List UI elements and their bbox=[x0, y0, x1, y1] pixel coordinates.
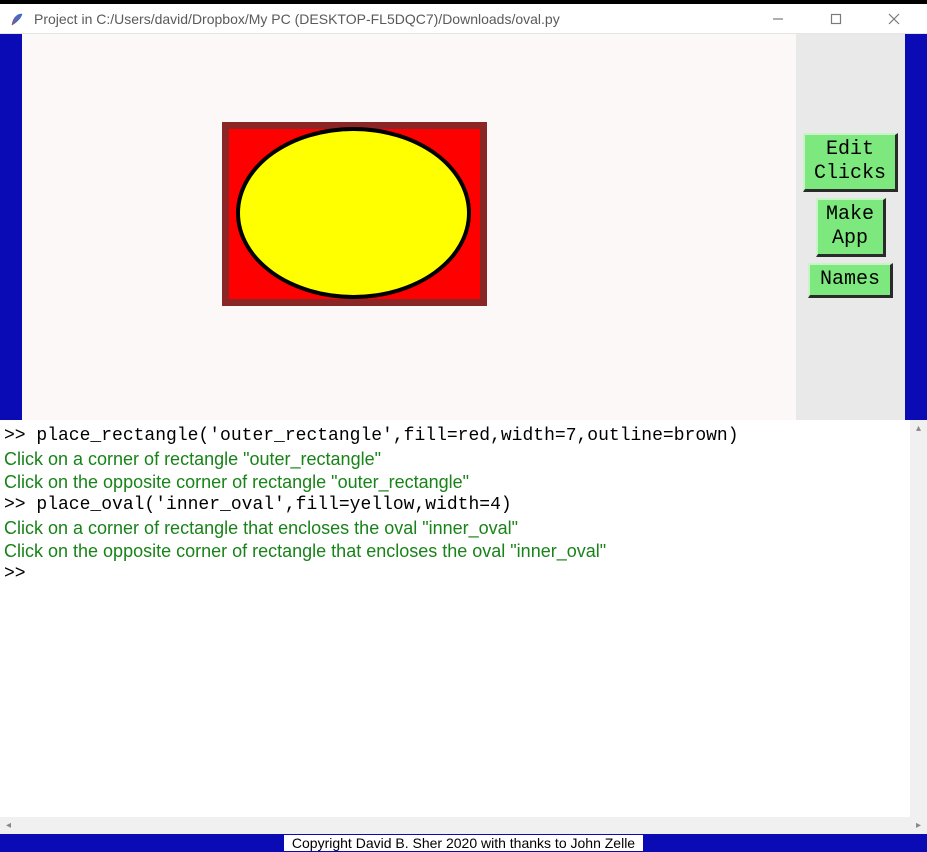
console-hint-line: Click on a corner of rectangle that encl… bbox=[4, 517, 923, 540]
console-vertical-scrollbar[interactable]: ▴ bbox=[910, 420, 927, 817]
frame-border-right bbox=[905, 34, 927, 420]
edit-clicks-button[interactable]: Edit Clicks bbox=[803, 133, 898, 192]
canvas-drawing bbox=[222, 122, 487, 306]
close-button[interactable] bbox=[879, 4, 909, 34]
window-titlebar: Project in C:/Users/david/Dropbox/My PC … bbox=[0, 0, 927, 34]
frame-border-left bbox=[0, 34, 22, 420]
console-command-line: >> bbox=[4, 563, 923, 586]
make-app-button[interactable]: Make App bbox=[816, 198, 886, 257]
drawing-canvas[interactable] bbox=[22, 34, 798, 420]
console-command-line: >> place_rectangle('outer_rectangle',fil… bbox=[4, 425, 923, 448]
scroll-right-arrow-icon[interactable]: ▸ bbox=[910, 817, 927, 834]
maximize-button[interactable] bbox=[821, 4, 851, 34]
console-command-line: >> place_oval('inner_oval',fill=yellow,w… bbox=[4, 494, 923, 517]
window-controls bbox=[763, 4, 919, 34]
copyright-text: Copyright David B. Sher 2020 with thanks… bbox=[284, 835, 643, 851]
console-horizontal-scrollbar[interactable]: ◂ ▸ bbox=[0, 817, 927, 834]
window-title: Project in C:/Users/david/Dropbox/My PC … bbox=[34, 11, 763, 27]
button-panel: Edit Clicks Make App Names bbox=[796, 34, 905, 420]
inner-oval-shape bbox=[236, 127, 471, 299]
names-button[interactable]: Names bbox=[808, 263, 893, 298]
scroll-up-arrow-icon[interactable]: ▴ bbox=[910, 420, 927, 437]
app-feather-icon bbox=[8, 10, 26, 28]
console-output[interactable]: >> place_rectangle('outer_rectangle',fil… bbox=[0, 420, 927, 817]
console-hint-line: Click on the opposite corner of rectangl… bbox=[4, 471, 923, 494]
minimize-button[interactable] bbox=[763, 4, 793, 34]
console-hint-line: Click on the opposite corner of rectangl… bbox=[4, 540, 923, 563]
scroll-left-arrow-icon[interactable]: ◂ bbox=[0, 817, 17, 834]
footer-bar: Copyright David B. Sher 2020 with thanks… bbox=[0, 834, 927, 852]
console-hint-line: Click on a corner of rectangle "outer_re… bbox=[4, 448, 923, 471]
